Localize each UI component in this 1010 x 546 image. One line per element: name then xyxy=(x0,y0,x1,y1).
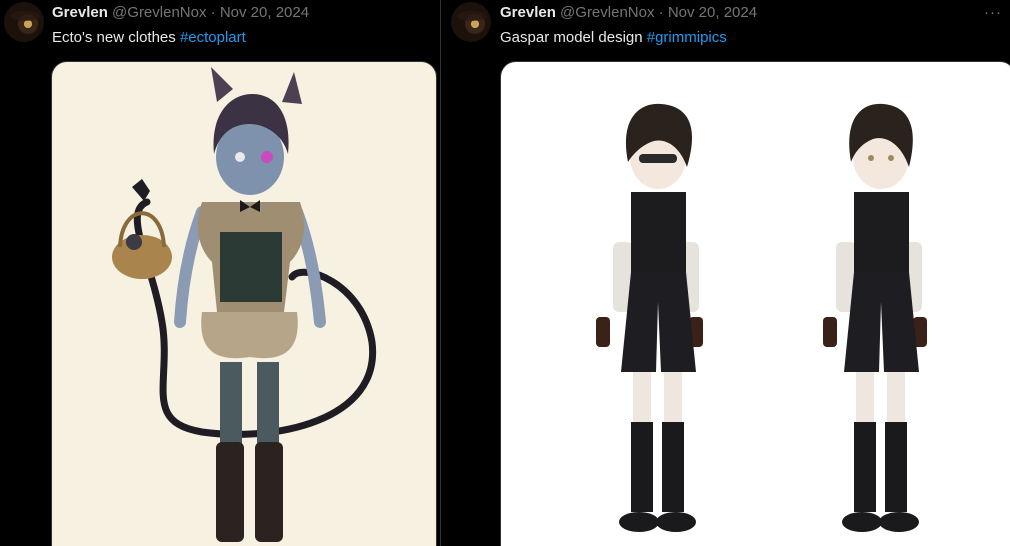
tweet-media-image[interactable] xyxy=(500,61,1010,546)
tweet-header: Grevlen @GrevlenNox · Nov 20, 2024 xyxy=(52,4,309,21)
character-art-image xyxy=(596,103,927,532)
tweet-date[interactable]: Nov 20, 2024 xyxy=(668,4,757,21)
character-art-image xyxy=(112,67,377,542)
tweet-text: Gaspar model design #grimmipics xyxy=(500,29,727,46)
hashtag-link[interactable]: #grimmipics xyxy=(647,29,727,46)
tweet-card[interactable]: Grevlen @GrevlenNox · Nov 20, 2024 Ecto'… xyxy=(0,0,440,546)
tweet-text-body: Ecto's new clothes xyxy=(52,29,180,46)
tweet-header: Grevlen @GrevlenNox · Nov 20, 2024 xyxy=(500,4,757,21)
more-options-icon[interactable]: ··· xyxy=(984,4,1002,21)
author-name[interactable]: Grevlen xyxy=(500,4,556,21)
separator-dot: · xyxy=(658,4,664,21)
tweet-card[interactable]: Grevlen @GrevlenNox · Nov 20, 2024 ··· G… xyxy=(441,0,1010,546)
separator-dot: · xyxy=(210,4,216,21)
tweet-text-body: Gaspar model design xyxy=(500,29,647,46)
author-name[interactable]: Grevlen xyxy=(52,4,108,21)
tweet-text: Ecto's new clothes #ectoplart xyxy=(52,29,246,46)
hashtag-link[interactable]: #ectoplart xyxy=(180,29,246,46)
tweet-media-image[interactable] xyxy=(51,61,437,546)
avatar[interactable] xyxy=(451,2,491,42)
avatar[interactable] xyxy=(4,2,44,42)
tweet-date[interactable]: Nov 20, 2024 xyxy=(220,4,309,21)
author-handle[interactable]: @GrevlenNox xyxy=(560,4,654,21)
author-handle[interactable]: @GrevlenNox xyxy=(112,4,206,21)
